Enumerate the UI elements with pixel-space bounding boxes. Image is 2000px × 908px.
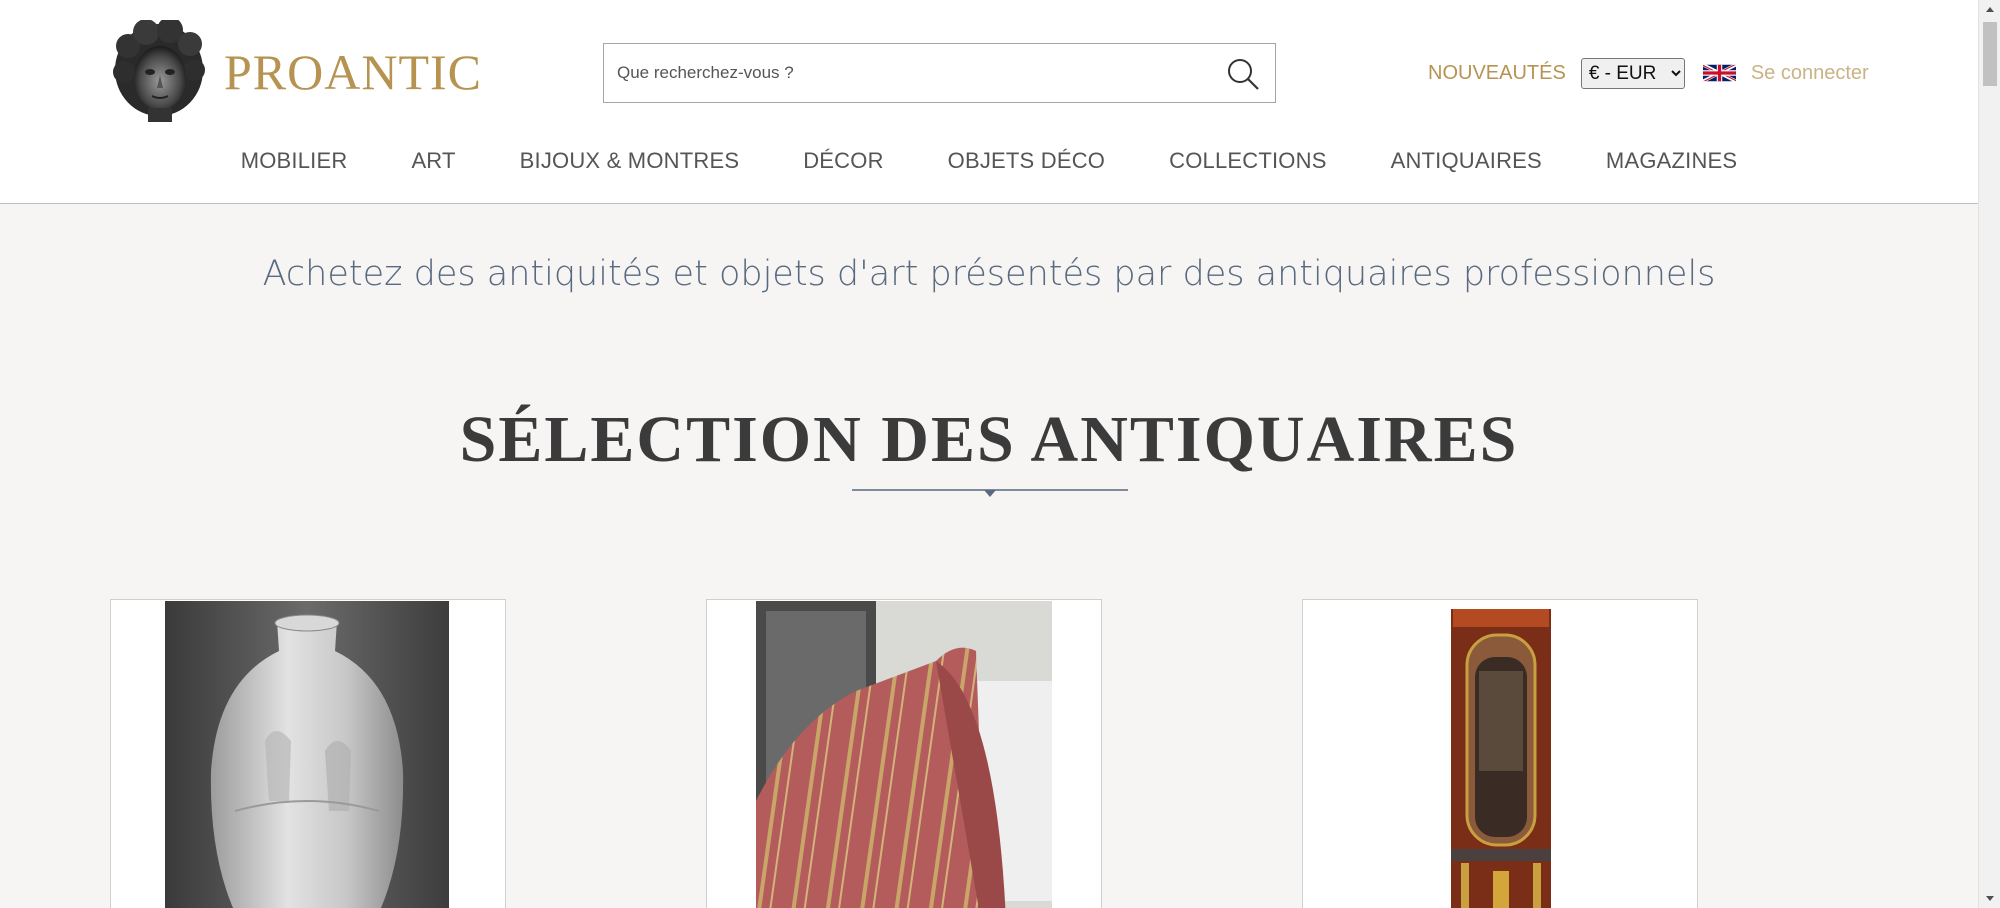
nav-item-decor[interactable]: DÉCOR — [771, 148, 915, 174]
scroll-up-arrow-icon[interactable] — [1984, 4, 1996, 16]
striped-silk-fabric-image — [756, 601, 1052, 908]
nav-item-mobilier[interactable]: MOBILIER — [209, 148, 380, 174]
selection-title: SÉLECTION DES ANTIQUAIRES — [459, 403, 1519, 476]
search-icon — [1228, 59, 1259, 90]
header-actions: NOUVEAUTÉS € - EUR Se connecter — [1428, 55, 1869, 91]
product-card[interactable] — [110, 599, 506, 908]
product-card[interactable] — [1302, 599, 1698, 908]
nav-item-objets-deco[interactable]: OBJETS DÉCO — [916, 148, 1137, 174]
logo-link[interactable]: PROANTIC — [110, 20, 482, 124]
site-header: PROANTIC NOUVEAUTÉS € - EUR Se connecter… — [0, 0, 1978, 204]
nav-item-art[interactable]: ART — [379, 148, 487, 174]
search-bar — [603, 43, 1276, 103]
scroll-down-arrow-icon[interactable] — [1984, 892, 1996, 904]
title-underline-divider — [852, 489, 1128, 497]
logo-bust-icon — [113, 20, 205, 122]
tagline: Achetez des antiquités et objets d'art p… — [262, 254, 1716, 294]
frosted-glass-vase-image — [165, 601, 449, 908]
news-link[interactable]: NOUVEAUTÉS — [1428, 62, 1566, 85]
login-link[interactable]: Se connecter — [1751, 62, 1869, 85]
nav-item-bijoux-montres[interactable]: BIJOUX & MONTRES — [488, 148, 772, 174]
search-input[interactable] — [604, 44, 1204, 102]
main-nav: MOBILIER ART BIJOUX & MONTRES DÉCOR OBJE… — [0, 148, 1978, 174]
mahogany-mirror-console-image — [1431, 601, 1571, 908]
currency-select[interactable]: € - EUR — [1580, 57, 1685, 89]
nav-item-antiquaires[interactable]: ANTIQUAIRES — [1359, 148, 1574, 174]
nav-item-magazines[interactable]: MAGAZINES — [1574, 148, 1769, 174]
uk-flag-icon[interactable] — [1702, 61, 1736, 85]
search-button[interactable] — [1223, 54, 1263, 94]
scrollbar-thumb[interactable] — [1983, 22, 1997, 86]
product-card[interactable] — [706, 599, 1102, 908]
logo-text: PROANTIC — [224, 44, 483, 100]
nav-item-collections[interactable]: COLLECTIONS — [1137, 148, 1358, 174]
page-scrollbar[interactable] — [1978, 0, 2000, 908]
